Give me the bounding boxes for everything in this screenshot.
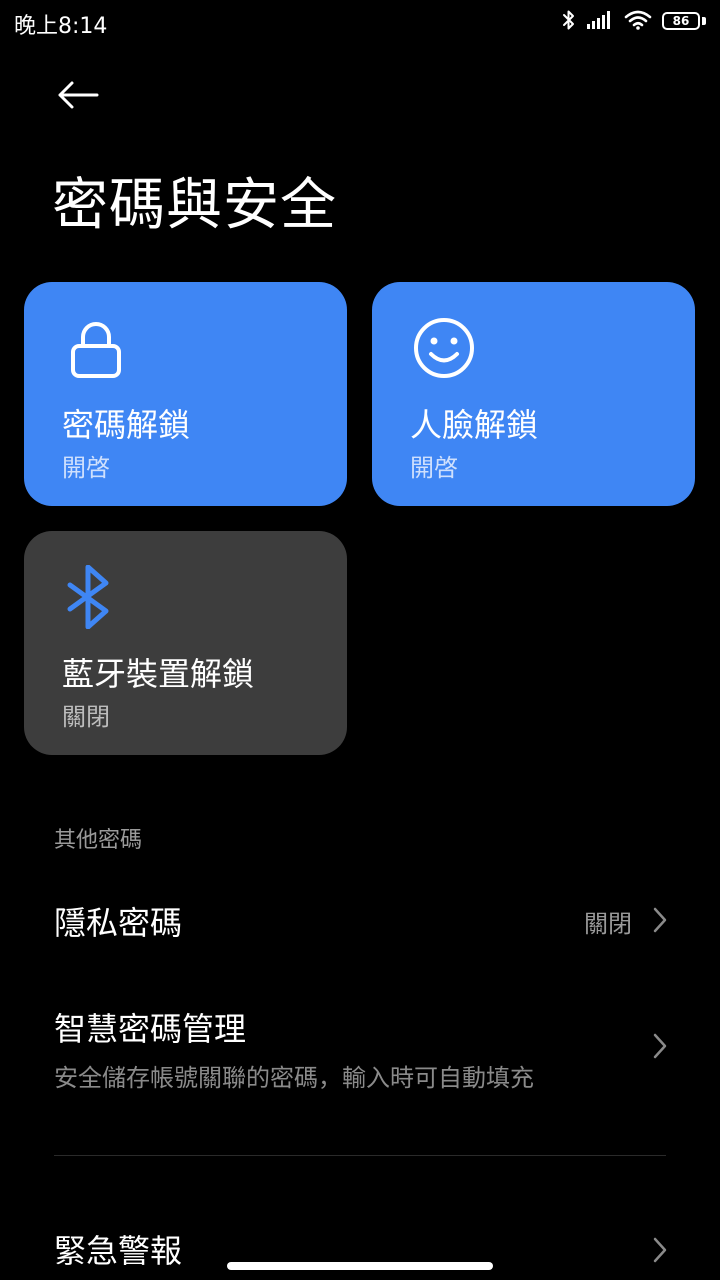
back-button[interactable]	[50, 74, 106, 120]
status-icons: 86	[562, 10, 706, 34]
tile-status: 開啓	[410, 454, 458, 482]
row-value: 關閉	[584, 910, 632, 938]
tile-label: 人臉解鎖	[410, 406, 539, 444]
tile-label: 密碼解鎖	[62, 406, 191, 444]
face-unlock-tile[interactable]: 人臉解鎖 開啓	[372, 282, 695, 506]
battery-icon: 86	[662, 12, 706, 32]
smart-password-manager-row[interactable]: 智慧密碼管理 安全儲存帳號關聯的密碼，輸入時可自動填充	[54, 1004, 668, 1094]
emergency-alert-row[interactable]: 緊急警報	[54, 1226, 668, 1280]
password-unlock-tile[interactable]: 密碼解鎖 開啓	[24, 282, 347, 506]
bluetooth-unlock-tile[interactable]: 藍牙裝置解鎖 關閉	[24, 531, 347, 755]
chevron-right-icon	[652, 1032, 668, 1060]
battery-level: 86	[672, 14, 690, 28]
section-header-other-passwords: 其他密碼	[54, 828, 143, 853]
tile-status: 關閉	[62, 703, 110, 731]
row-subtitle: 安全儲存帳號關聯的密碼，輸入時可自動填充	[54, 1064, 534, 1092]
privacy-password-row[interactable]: 隱私密碼 關閉	[54, 898, 668, 944]
tile-label: 藍牙裝置解鎖	[62, 655, 255, 693]
back-arrow-icon	[57, 80, 99, 114]
row-title: 智慧密碼管理	[54, 1010, 247, 1048]
lock-icon	[64, 316, 128, 380]
page-title: 密碼與安全	[52, 173, 337, 238]
bluetooth-icon	[562, 9, 576, 35]
status-time: 晚上8:14	[14, 14, 108, 39]
face-icon	[412, 316, 476, 380]
tile-status: 開啓	[62, 454, 110, 482]
chevron-right-icon	[652, 906, 668, 934]
row-title: 隱私密碼	[54, 904, 183, 942]
signal-icon	[586, 10, 614, 34]
home-indicator[interactable]	[227, 1262, 493, 1270]
divider	[54, 1155, 666, 1156]
bluetooth-icon	[64, 564, 128, 630]
status-bar: 晚上8:14 86	[0, 0, 720, 44]
chevron-right-icon	[652, 1236, 668, 1264]
wifi-icon	[624, 10, 652, 34]
